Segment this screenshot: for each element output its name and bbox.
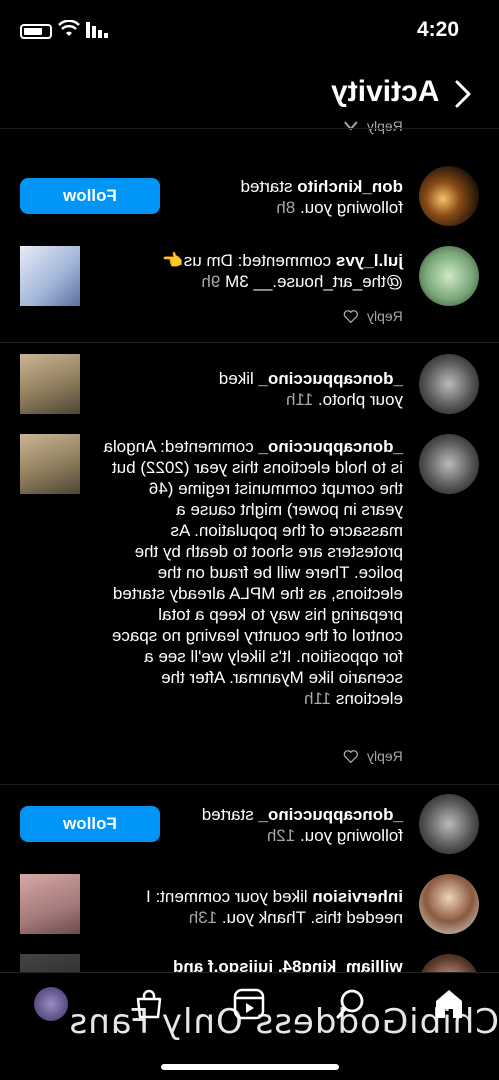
avatar[interactable] — [419, 794, 479, 854]
page-title: Activity — [330, 75, 439, 108]
reply-button[interactable]: Reply — [367, 120, 403, 134]
avatar[interactable] — [419, 166, 479, 226]
bottom-nav: ChibiGoddess Only Fans — [0, 972, 499, 1080]
heart-icon[interactable] — [343, 309, 359, 323]
reply-row: Reply — [343, 748, 403, 764]
watermark-text: ChibiGoddess Only Fans — [68, 1002, 499, 1042]
activity-feed[interactable]: Reply don_kinchito started following you… — [0, 120, 499, 972]
post-thumbnail[interactable] — [20, 246, 80, 306]
avatar[interactable] — [419, 246, 479, 306]
status-bar: 4:20 — [0, 0, 499, 62]
activity-text: _doncappuccino_ commented: Angola is to … — [103, 437, 403, 708]
header: Activity — [0, 62, 499, 124]
activity-text: don_kinchito started following you. 8h — [240, 177, 403, 217]
avatar[interactable] — [419, 354, 479, 414]
post-thumbnail[interactable] — [20, 434, 80, 494]
clock: 4:20 — [416, 18, 459, 41]
avatar[interactable] — [419, 954, 479, 972]
home-indicator — [161, 1064, 339, 1070]
activity-text: _doncappuccino_ started following you. 1… — [201, 805, 403, 845]
reply-button[interactable]: Reply — [367, 308, 403, 324]
avatar[interactable] — [419, 434, 479, 494]
activity-text: william_king84, juiisgo.f and — [173, 957, 403, 972]
activity-text: jul.l_yvs commented: Dm us👉 @the_art_hou… — [162, 251, 403, 291]
reply-row: Reply — [343, 308, 403, 324]
follow-button[interactable]: Follow — [20, 178, 160, 214]
reply-row: Reply — [343, 120, 403, 134]
divider — [0, 784, 499, 785]
post-thumbnail[interactable] — [20, 954, 80, 972]
activity-text: inhervision liked your comment: I needed… — [146, 887, 403, 927]
heart-icon[interactable] — [343, 749, 359, 763]
divider — [0, 342, 499, 343]
post-thumbnail[interactable] — [20, 354, 80, 414]
signal-icon — [86, 22, 108, 38]
avatar[interactable] — [419, 874, 479, 934]
activity-text: _doncappuccino_ liked your photo. 11h — [218, 369, 403, 409]
follow-button[interactable]: Follow — [20, 806, 160, 842]
chevron-down-icon[interactable] — [343, 120, 359, 133]
divider — [0, 128, 499, 129]
post-thumbnail[interactable] — [20, 874, 80, 934]
reply-button[interactable]: Reply — [367, 748, 403, 764]
battery-icon — [20, 24, 52, 39]
wifi-icon — [58, 20, 80, 36]
back-chevron-icon[interactable] — [455, 80, 471, 108]
